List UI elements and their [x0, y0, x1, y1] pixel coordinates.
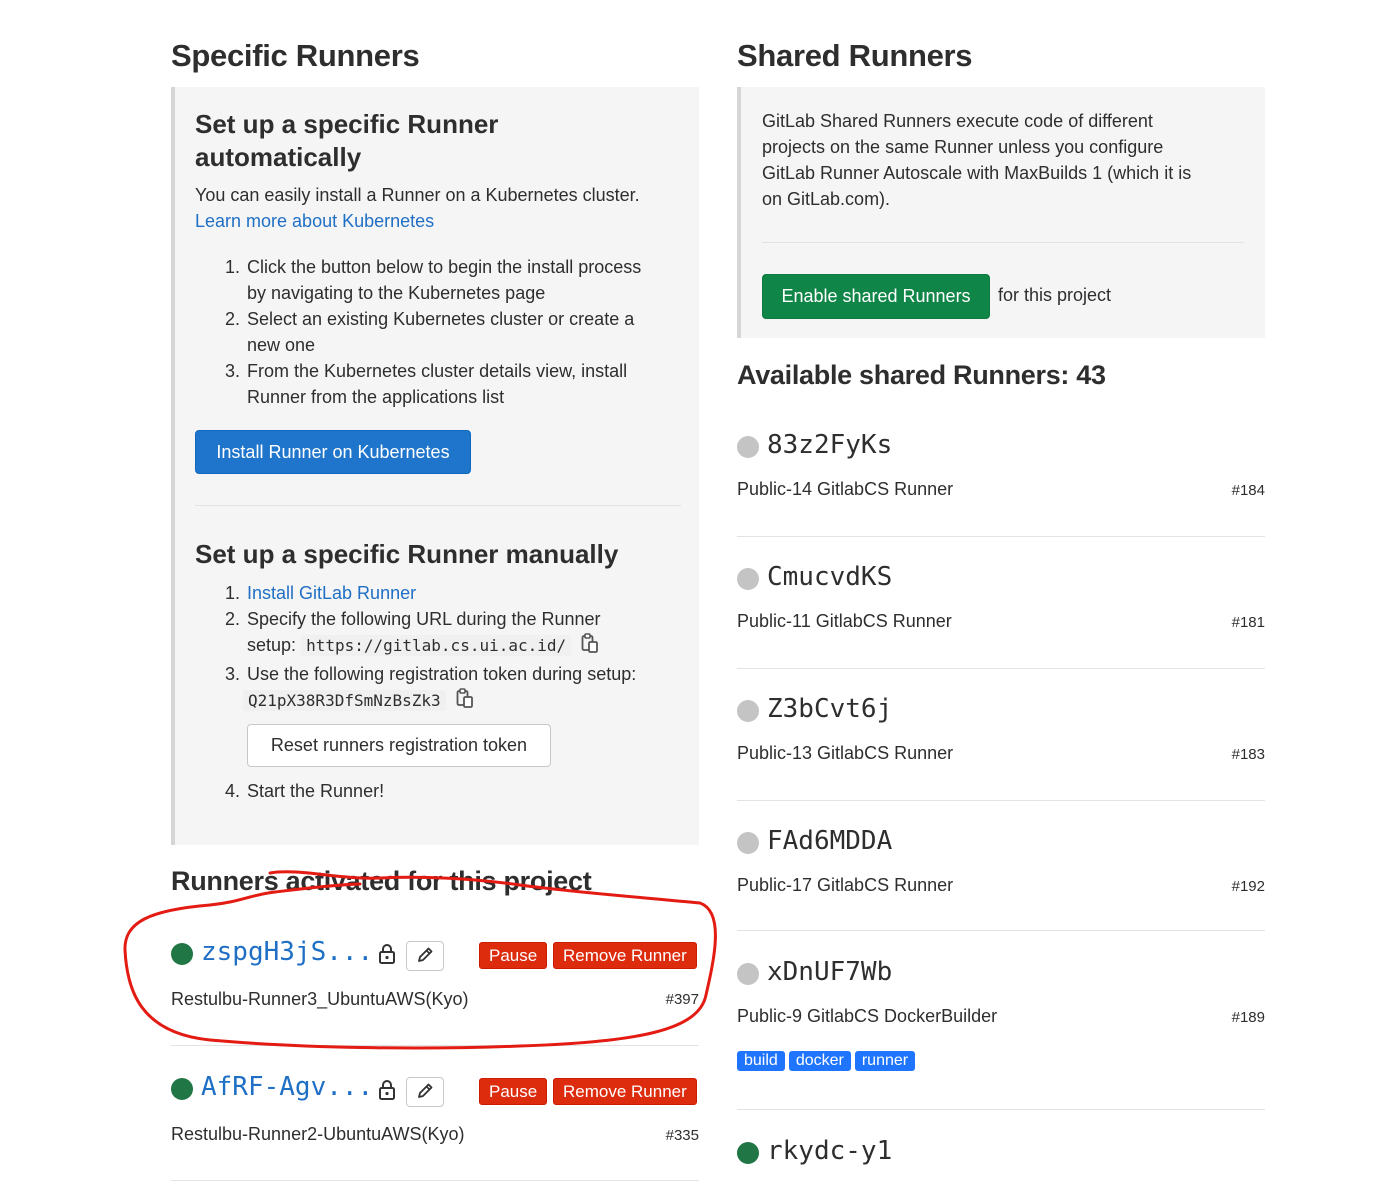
runner-id: #183: [1231, 746, 1265, 763]
runner-name-link[interactable]: AfRF-Agv...: [201, 1072, 373, 1102]
runner-description: Public-9 GitlabCS DockerBuilder: [737, 1006, 998, 1026]
runner-divider: [171, 1045, 699, 1046]
auto-setup-heading: Set up a specific Runner automatically: [195, 108, 498, 174]
runner-id: #181: [1231, 614, 1265, 631]
runner-status-online-icon: [171, 1078, 193, 1100]
lock-icon: [378, 1079, 396, 1106]
learn-more-kubernetes-link[interactable]: Learn more about Kubernetes: [195, 208, 434, 234]
shared-runner-3: Z3bCvt6j Public-13 GitlabCS Runner #183: [737, 694, 1265, 774]
auto-setup-steps: 1. Click the button below to begin the in…: [195, 254, 695, 410]
runner-divider: [737, 800, 1265, 801]
manual-step-4: 4. Start the Runner!: [225, 781, 385, 801]
runner-name: 83z2FyKs: [767, 430, 893, 460]
edit-runner-button[interactable]: [406, 941, 444, 971]
runner-id: #184: [1231, 482, 1265, 499]
shared-runner-1: 83z2FyKs Public-14 GitlabCS Runner #184: [737, 430, 1265, 510]
enable-shared-runners-button[interactable]: Enable shared Runners: [762, 274, 990, 319]
specific-runners-panel: Set up a specific Runner automatically Y…: [171, 87, 699, 845]
pause-runner-button[interactable]: Pause: [479, 1078, 548, 1105]
auto-step-2: 2. Select an existing Kubernetes cluster …: [225, 309, 635, 355]
shared-runners-title: Shared Runners: [737, 38, 973, 73]
runner-status-offline-icon: [737, 568, 759, 590]
runner-name: CmucvdKS: [767, 562, 893, 592]
runner-name: FAd6MDDA: [767, 826, 893, 856]
copy-url-icon[interactable]: [581, 632, 599, 660]
runner-id: #335: [665, 1127, 699, 1144]
auto-setup-heading-line1: Set up a specific Runner: [195, 109, 499, 139]
runner-description: Public-11 GitlabCS Runner: [737, 611, 952, 631]
registration-token: Q21pX38R3DfSmNzBsZk3: [243, 689, 446, 711]
runner-status-online-icon: [171, 943, 193, 965]
tag-docker: docker: [788, 1051, 851, 1071]
manual-step-2: 2. Specify the following URL during the R…: [195, 606, 695, 660]
lock-icon: [378, 943, 396, 970]
tag-runner: runner: [854, 1051, 916, 1071]
runner-divider: [737, 930, 1265, 931]
runner-name: xDnUF7Wb: [767, 957, 893, 987]
auto-setup-description: You can easily install a Runner on a Kub…: [195, 185, 640, 205]
shared-runner-6: rkydc-y1: [737, 1136, 1265, 1176]
shared-runners-panel: GitLab Shared Runners execute code of di…: [737, 87, 1265, 338]
runner-description: Restulbu-Runner3_UbuntuAWS(Kyo): [171, 989, 469, 1009]
pause-runner-button[interactable]: Pause: [479, 942, 548, 969]
activated-runners-title: Runners activated for this project: [171, 866, 592, 896]
runner-divider: [737, 536, 1265, 537]
manual-setup-steps: 1. Install GitLab Runner 2. Specify the fo…: [195, 580, 695, 715]
runner-status-offline-icon: [737, 700, 759, 722]
pencil-icon: [416, 1082, 434, 1103]
activated-runner-2: AfRF-Agv... Pause Remove Runner Restulbu…: [171, 1071, 699, 1151]
panel-divider: [195, 505, 681, 506]
manual-step-3: 3. Use the following registration token d…: [195, 661, 695, 715]
auto-step-3: 3. From the Kubernetes cluster details vi…: [225, 361, 628, 407]
available-shared-runners-title: Available shared Runners: 43: [737, 360, 1106, 390]
runner-status-offline-icon: [737, 436, 759, 458]
runner-id: #192: [1231, 878, 1265, 895]
remove-runner-button[interactable]: Remove Runner: [553, 942, 697, 969]
runner-id: #397: [665, 991, 699, 1008]
enable-shared-suffix: for this project: [998, 285, 1112, 305]
shared-runner-5: xDnUF7Wb Public-9 GitlabCS DockerBuilder…: [737, 957, 1265, 1082]
shared-runner-2: CmucvdKS Public-11 GitlabCS Runner #181: [737, 562, 1265, 642]
copy-token-icon[interactable]: [456, 687, 474, 715]
install-runner-kubernetes-button[interactable]: Install Runner on Kubernetes: [195, 430, 471, 474]
activated-runner-1: zspgH3jS... Pause Remove Runner Restulbu…: [171, 935, 699, 1015]
runner-id: #189: [1231, 1009, 1265, 1026]
manual-step-1: 1. Install GitLab Runner: [225, 583, 417, 603]
tag-build: build: [737, 1051, 785, 1071]
panel-divider: [762, 242, 1244, 243]
runner-tags: build docker runner: [737, 1051, 919, 1071]
specific-runners-title: Specific Runners: [171, 38, 420, 73]
runner-url: https://gitlab.cs.ui.ac.id/: [301, 635, 572, 656]
runner-name: Z3bCvt6j: [767, 694, 893, 724]
reset-token-button[interactable]: Reset runners registration token: [247, 724, 551, 767]
runner-description: Public-17 GitlabCS Runner: [737, 875, 954, 895]
runner-divider: [171, 1180, 699, 1181]
runner-divider: [737, 668, 1265, 669]
runner-name: rkydc-y1: [767, 1136, 893, 1166]
auto-setup-heading-line2: automatically: [195, 142, 362, 172]
runner-description: Public-13 GitlabCS Runner: [737, 743, 954, 763]
remove-runner-button[interactable]: Remove Runner: [553, 1078, 697, 1105]
install-gitlab-runner-link[interactable]: Install GitLab Runner: [247, 583, 416, 603]
runner-status-online-icon: [737, 1142, 759, 1164]
shared-runners-info: GitLab Shared Runners execute code of di…: [762, 111, 1192, 209]
manual-setup-heading: Set up a specific Runner manually: [195, 539, 619, 569]
runner-divider: [737, 1109, 1265, 1110]
runner-description: Restulbu-Runner2-UbuntuAWS(Kyo): [171, 1124, 465, 1144]
auto-step-1: 1. Click the button below to begin the in…: [225, 257, 642, 303]
edit-runner-button[interactable]: [406, 1077, 444, 1107]
shared-runner-4: FAd6MDDA Public-17 GitlabCS Runner #192: [737, 826, 1265, 906]
runner-status-offline-icon: [737, 963, 759, 985]
pencil-icon: [416, 946, 434, 967]
runner-description: Public-14 GitlabCS Runner: [737, 479, 954, 499]
manual-setup-step4: 4. Start the Runner!: [195, 778, 695, 804]
runner-name-link[interactable]: zspgH3jS...: [201, 937, 373, 967]
runner-status-offline-icon: [737, 832, 759, 854]
